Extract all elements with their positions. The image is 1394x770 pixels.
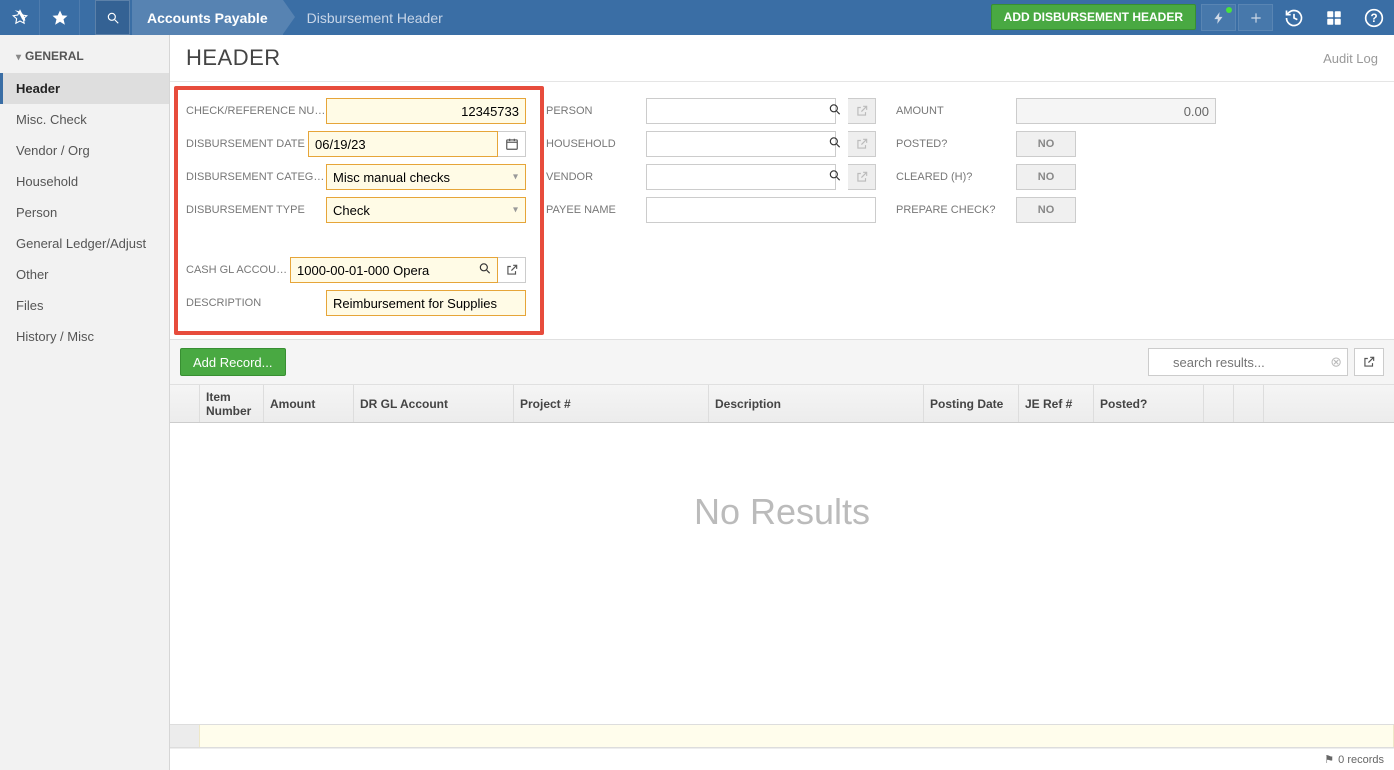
rocket-icon[interactable]	[0, 0, 40, 35]
payee-input[interactable]	[646, 197, 876, 223]
add-disbursement-header-button[interactable]: ADD DISBURSEMENT HEADER	[991, 4, 1196, 30]
date-label: DISBURSEMENT DATE	[186, 138, 308, 150]
check-ref-label: CHECK/REFERENCE NUM...	[186, 105, 326, 117]
status-bar: ⚑ 0 records	[170, 748, 1394, 770]
date-input[interactable]	[308, 131, 498, 157]
sidebar-item-history-misc[interactable]: History / Misc	[0, 321, 169, 352]
sidebar: GENERAL Header Misc. Check Vendor / Org …	[0, 35, 170, 770]
amount-input	[1016, 98, 1216, 124]
grid-col-posted[interactable]: Posted?	[1094, 385, 1204, 422]
external-link-icon	[848, 98, 876, 124]
household-label: HOUSEHOLD	[546, 138, 646, 150]
clear-icon[interactable]: ⊗	[1330, 354, 1342, 371]
flag-icon: ⚑	[1324, 753, 1334, 766]
svg-text:?: ?	[1370, 12, 1377, 25]
grid-col-blank[interactable]	[1234, 385, 1264, 422]
sidebar-item-gl-adjust[interactable]: General Ledger/Adjust	[0, 228, 169, 259]
search-icon[interactable]	[828, 136, 842, 153]
cleared-toggle[interactable]: NO	[1016, 164, 1076, 190]
search-icon[interactable]	[478, 262, 492, 279]
no-results-text: No Results	[694, 491, 870, 533]
breadcrumb: Accounts Payable Disbursement Header	[132, 0, 458, 35]
external-link-icon[interactable]	[1354, 348, 1384, 376]
audit-log-link[interactable]: Audit Log	[1323, 51, 1378, 66]
external-link-icon	[848, 131, 876, 157]
type-label: DISBURSEMENT TYPE	[186, 204, 326, 216]
prepare-label: PREPARE CHECK?	[896, 204, 1016, 216]
person-input[interactable]	[646, 98, 836, 124]
cleared-label: CLEARED (H)?	[896, 171, 1016, 183]
grid-col-posting-date[interactable]: Posting Date	[924, 385, 1019, 422]
sidebar-item-misc-check[interactable]: Misc. Check	[0, 104, 169, 135]
grid-col-dr-gl[interactable]: DR GL Account	[354, 385, 514, 422]
search-results-input[interactable]	[1148, 348, 1348, 376]
check-ref-input[interactable]	[326, 98, 526, 124]
sidebar-item-header[interactable]: Header	[0, 73, 169, 104]
person-label: PERSON	[546, 105, 646, 117]
sidebar-item-person[interactable]: Person	[0, 197, 169, 228]
category-select[interactable]	[326, 164, 526, 190]
prepare-toggle[interactable]: NO	[1016, 197, 1076, 223]
payee-label: PAYEE NAME	[546, 204, 646, 216]
description-label: DESCRIPTION	[186, 297, 326, 309]
cash-gl-input[interactable]	[290, 257, 498, 283]
grid-col-amount[interactable]: Amount	[264, 385, 354, 422]
type-select[interactable]	[326, 197, 526, 223]
star-icon[interactable]	[40, 0, 80, 35]
sidebar-item-files[interactable]: Files	[0, 290, 169, 321]
grid-body: No Results	[170, 423, 1394, 724]
posted-label: POSTED?	[896, 138, 1016, 150]
grid-col-je-ref[interactable]: JE Ref #	[1019, 385, 1094, 422]
grid-col-description[interactable]: Description	[709, 385, 924, 422]
history-icon[interactable]	[1274, 0, 1314, 35]
grid-footer-row	[170, 724, 1394, 748]
sidebar-item-household[interactable]: Household	[0, 166, 169, 197]
apps-grid-icon[interactable]	[1314, 0, 1354, 35]
external-link-icon[interactable]	[498, 257, 526, 283]
grid-col-blank[interactable]	[1264, 385, 1394, 422]
grid-col-item-number[interactable]: Item Number	[200, 385, 264, 422]
vendor-input[interactable]	[646, 164, 836, 190]
breadcrumb-disbursement-header[interactable]: Disbursement Header	[283, 0, 458, 35]
sidebar-item-vendor-org[interactable]: Vendor / Org	[0, 135, 169, 166]
record-count: 0 records	[1338, 754, 1384, 766]
vendor-label: VENDOR	[546, 171, 646, 183]
posted-toggle[interactable]: NO	[1016, 131, 1076, 157]
grid-col-blank[interactable]	[170, 385, 200, 422]
add-record-button[interactable]: Add Record...	[180, 348, 286, 376]
breadcrumb-accounts-payable[interactable]: Accounts Payable	[132, 0, 283, 35]
calendar-icon[interactable]	[498, 131, 526, 157]
search-icon[interactable]	[828, 169, 842, 186]
search-icon[interactable]	[95, 0, 130, 35]
help-icon[interactable]: ?	[1354, 0, 1394, 35]
external-link-icon	[848, 164, 876, 190]
topbar: Accounts Payable Disbursement Header ADD…	[0, 0, 1394, 35]
sidebar-header[interactable]: GENERAL	[0, 35, 169, 73]
sidebar-item-other[interactable]: Other	[0, 259, 169, 290]
grid-header: Item Number Amount DR GL Account Project…	[170, 385, 1394, 423]
page-title: HEADER	[186, 45, 281, 71]
cash-gl-label: CASH GL ACCOUNT	[186, 264, 290, 276]
search-icon[interactable]	[828, 103, 842, 120]
household-input[interactable]	[646, 131, 836, 157]
grid-col-blank[interactable]	[1204, 385, 1234, 422]
description-input[interactable]	[326, 290, 526, 316]
amount-label: AMOUNT	[896, 105, 1016, 117]
category-label: DISBURSEMENT CATEGORY	[186, 171, 326, 183]
bolt-action-icon[interactable]	[1201, 4, 1236, 31]
grid-col-project[interactable]: Project #	[514, 385, 709, 422]
plus-action-icon[interactable]	[1238, 4, 1273, 31]
